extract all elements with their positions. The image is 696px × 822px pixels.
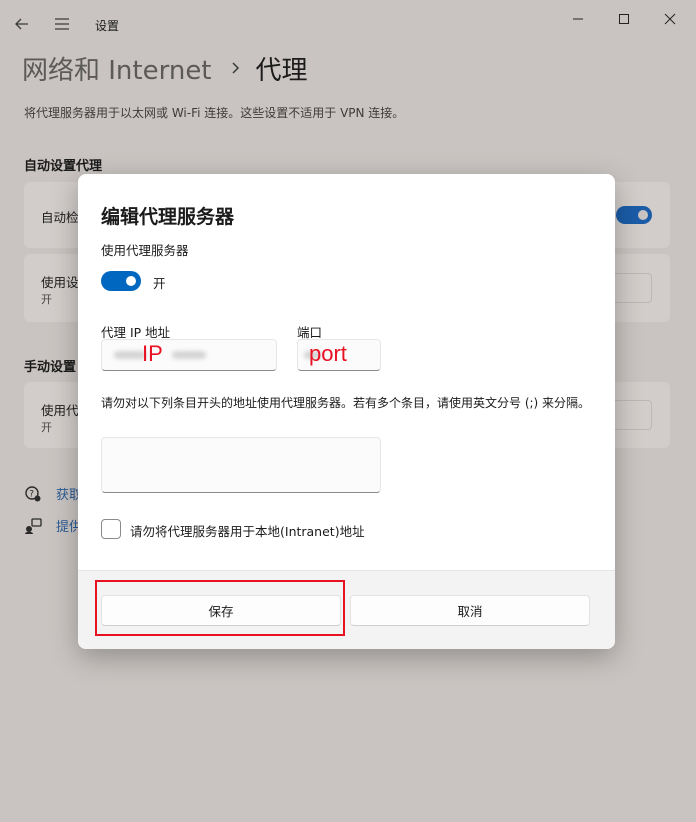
hamburger-menu-icon[interactable] [52, 14, 72, 34]
get-help-link[interactable]: ? 获取 [24, 484, 82, 503]
page-description: 将代理服务器用于以太网或 Wi-Fi 连接。这些设置不适用于 VPN 连接。 [24, 106, 405, 120]
cancel-button[interactable]: 取消 [350, 595, 590, 626]
setup-script-label: 使用设 [41, 275, 79, 290]
window-title: 设置 [95, 19, 120, 33]
breadcrumb: 网络和 Internet 代理 [22, 48, 308, 88]
proxy-ip-value: IP [142, 341, 163, 366]
svg-text:?: ? [29, 489, 34, 499]
breadcrumb-parent[interactable]: 网络和 Internet [22, 50, 212, 87]
port-input[interactable]: port [297, 339, 381, 371]
give-feedback-link[interactable]: 提供 [24, 516, 82, 535]
setup-script-state: 开 [41, 293, 52, 306]
annotation-highlight-box [95, 580, 345, 636]
feedback-icon [24, 517, 42, 535]
back-arrow-icon[interactable] [12, 14, 32, 34]
maximize-icon[interactable] [606, 6, 642, 32]
auto-proxy-section-heading: 自动设置代理 [24, 159, 103, 174]
bypass-local-checkbox[interactable] [101, 519, 121, 539]
manual-proxy-label: 使用代 [41, 403, 79, 418]
use-proxy-toggle-state: 开 [153, 276, 166, 291]
close-icon[interactable] [652, 6, 688, 32]
chevron-right-icon [230, 60, 242, 76]
bypass-local-label: 请勿将代理服务器用于本地(Intranet)地址 [130, 524, 365, 539]
auto-detect-label: 自动检 [41, 210, 79, 225]
help-icon: ? [24, 485, 42, 503]
page-title: 代理 [255, 55, 308, 86]
dialog-title: 编辑代理服务器 [101, 206, 235, 228]
use-proxy-toggle[interactable] [101, 271, 141, 291]
use-proxy-label: 使用代理服务器 [101, 243, 189, 258]
edit-proxy-dialog: 编辑代理服务器 使用代理服务器 开 代理 IP 地址 IP 端口 port 请勿… [78, 174, 615, 649]
proxy-ip-input[interactable]: IP [101, 339, 277, 371]
title-bar: 设置 [0, 0, 696, 48]
port-value: port [309, 341, 347, 366]
exceptions-input[interactable] [101, 437, 381, 493]
manual-proxy-state: 开 [41, 421, 52, 434]
exceptions-description: 请勿对以下列条目开头的地址使用代理服务器。若有多个条目，请使用英文分号 (;) … [101, 396, 591, 410]
manual-proxy-section-heading: 手动设置 [24, 360, 77, 375]
minimize-icon[interactable] [560, 6, 596, 32]
auto-detect-toggle[interactable] [616, 206, 652, 224]
